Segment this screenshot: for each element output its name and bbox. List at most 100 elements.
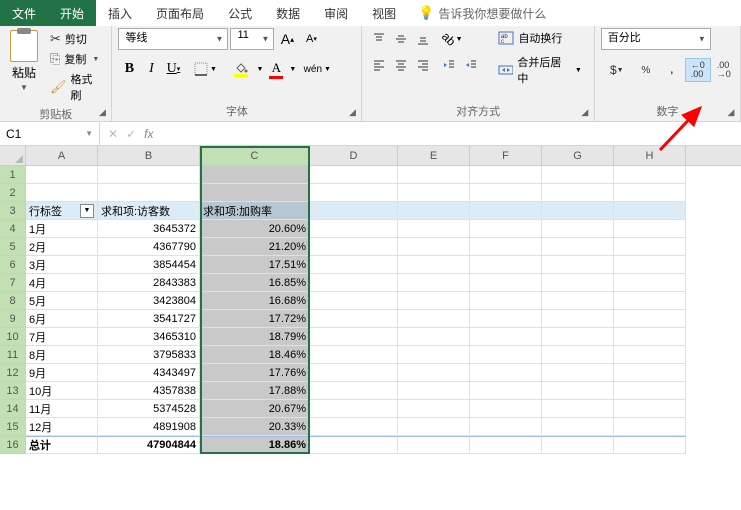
- cell[interactable]: [614, 220, 686, 238]
- cell[interactable]: [614, 166, 686, 184]
- tab-insert[interactable]: 插入: [96, 0, 144, 26]
- cell[interactable]: 4月: [26, 274, 98, 292]
- col-header-d[interactable]: D: [310, 146, 398, 165]
- tab-home[interactable]: 开始: [48, 0, 96, 26]
- cell[interactable]: [542, 220, 614, 238]
- cells-area[interactable]: 行标签▼求和项:访客数求和项:加购率1月364537220.60%2月43677…: [26, 166, 686, 454]
- cell[interactable]: 10月: [26, 382, 98, 400]
- tab-view[interactable]: 视图: [360, 0, 408, 26]
- cell[interactable]: [98, 166, 200, 184]
- cell[interactable]: [614, 310, 686, 328]
- copy-button[interactable]: ⎘ 复制 ▼: [46, 50, 105, 68]
- cell[interactable]: [398, 328, 470, 346]
- cell[interactable]: 16.68%: [200, 292, 310, 310]
- clipboard-dialog-launcher[interactable]: ◢: [95, 105, 109, 119]
- cell[interactable]: 7月: [26, 328, 98, 346]
- row-header[interactable]: 7: [0, 274, 26, 292]
- align-right-button[interactable]: [412, 54, 434, 76]
- cell[interactable]: [470, 220, 542, 238]
- cell[interactable]: 20.67%: [200, 400, 310, 418]
- decrease-font-button[interactable]: A▾: [300, 28, 322, 50]
- cell[interactable]: [398, 202, 470, 220]
- col-header-f[interactable]: F: [470, 146, 542, 165]
- cell[interactable]: [542, 382, 614, 400]
- cell[interactable]: [614, 400, 686, 418]
- cell[interactable]: [614, 436, 686, 454]
- cell[interactable]: [470, 166, 542, 184]
- col-header-a[interactable]: A: [26, 146, 98, 165]
- cell[interactable]: [310, 382, 398, 400]
- cell[interactable]: [310, 256, 398, 274]
- cell[interactable]: [310, 166, 398, 184]
- number-format-select[interactable]: 百分比 ▼: [601, 28, 711, 50]
- cell[interactable]: [310, 238, 398, 256]
- align-top-button[interactable]: [368, 28, 390, 50]
- cell[interactable]: [26, 184, 98, 202]
- decrease-indent-button[interactable]: [438, 54, 460, 76]
- cell[interactable]: [542, 184, 614, 202]
- enter-icon[interactable]: ✓: [126, 127, 136, 141]
- cell[interactable]: 5月: [26, 292, 98, 310]
- cell[interactable]: [614, 382, 686, 400]
- cell[interactable]: 4891908: [98, 418, 200, 436]
- fill-color-button[interactable]: [226, 58, 256, 80]
- row-header[interactable]: 13: [0, 382, 26, 400]
- cell[interactable]: [542, 328, 614, 346]
- comma-button[interactable]: ,: [659, 58, 685, 82]
- cell[interactable]: 求和项:加购率: [200, 202, 310, 220]
- increase-font-button[interactable]: A▴: [276, 28, 298, 50]
- cell[interactable]: [470, 292, 542, 310]
- cell[interactable]: [470, 400, 542, 418]
- cell[interactable]: [398, 346, 470, 364]
- cell[interactable]: 3854454: [98, 256, 200, 274]
- row-header[interactable]: 6: [0, 256, 26, 274]
- cell[interactable]: 20.60%: [200, 220, 310, 238]
- align-left-button[interactable]: [368, 54, 390, 76]
- cell[interactable]: 18.86%: [200, 436, 310, 454]
- align-center-button[interactable]: [390, 54, 412, 76]
- cell[interactable]: [470, 184, 542, 202]
- cell[interactable]: 47904844: [98, 436, 200, 454]
- row-header[interactable]: 5: [0, 238, 26, 256]
- cell[interactable]: [542, 274, 614, 292]
- cell[interactable]: 4343497: [98, 364, 200, 382]
- cell[interactable]: [614, 256, 686, 274]
- formula-input[interactable]: [161, 122, 741, 145]
- cell[interactable]: 3795833: [98, 346, 200, 364]
- cell[interactable]: 9月: [26, 364, 98, 382]
- cell[interactable]: [26, 166, 98, 184]
- cell[interactable]: 17.72%: [200, 310, 310, 328]
- row-header[interactable]: 12: [0, 364, 26, 382]
- cell[interactable]: [310, 220, 398, 238]
- italic-button[interactable]: I: [140, 58, 162, 80]
- cell[interactable]: [470, 382, 542, 400]
- cell[interactable]: [310, 436, 398, 454]
- cell[interactable]: 18.46%: [200, 346, 310, 364]
- cell[interactable]: [614, 184, 686, 202]
- cell[interactable]: [200, 184, 310, 202]
- tab-file[interactable]: 文件: [0, 0, 48, 26]
- cell[interactable]: [614, 418, 686, 436]
- cell[interactable]: [398, 310, 470, 328]
- decrease-decimal-button[interactable]: .00→0: [711, 58, 737, 82]
- cell[interactable]: [398, 238, 470, 256]
- cell[interactable]: 16.85%: [200, 274, 310, 292]
- row-header[interactable]: 9: [0, 310, 26, 328]
- col-header-h[interactable]: H: [614, 146, 686, 165]
- cell[interactable]: [310, 310, 398, 328]
- font-color-button[interactable]: A: [263, 58, 289, 80]
- cell[interactable]: [398, 184, 470, 202]
- underline-button[interactable]: U▾: [162, 58, 184, 80]
- cell[interactable]: 3645372: [98, 220, 200, 238]
- cell[interactable]: 17.76%: [200, 364, 310, 382]
- cell[interactable]: [542, 202, 614, 220]
- cell[interactable]: [398, 364, 470, 382]
- cell[interactable]: [542, 418, 614, 436]
- cell[interactable]: [614, 328, 686, 346]
- cell[interactable]: 4367790: [98, 238, 200, 256]
- tab-review[interactable]: 审阅: [312, 0, 360, 26]
- cell[interactable]: [614, 238, 686, 256]
- row-header[interactable]: 3: [0, 202, 26, 220]
- row-header[interactable]: 4: [0, 220, 26, 238]
- cell[interactable]: [310, 202, 398, 220]
